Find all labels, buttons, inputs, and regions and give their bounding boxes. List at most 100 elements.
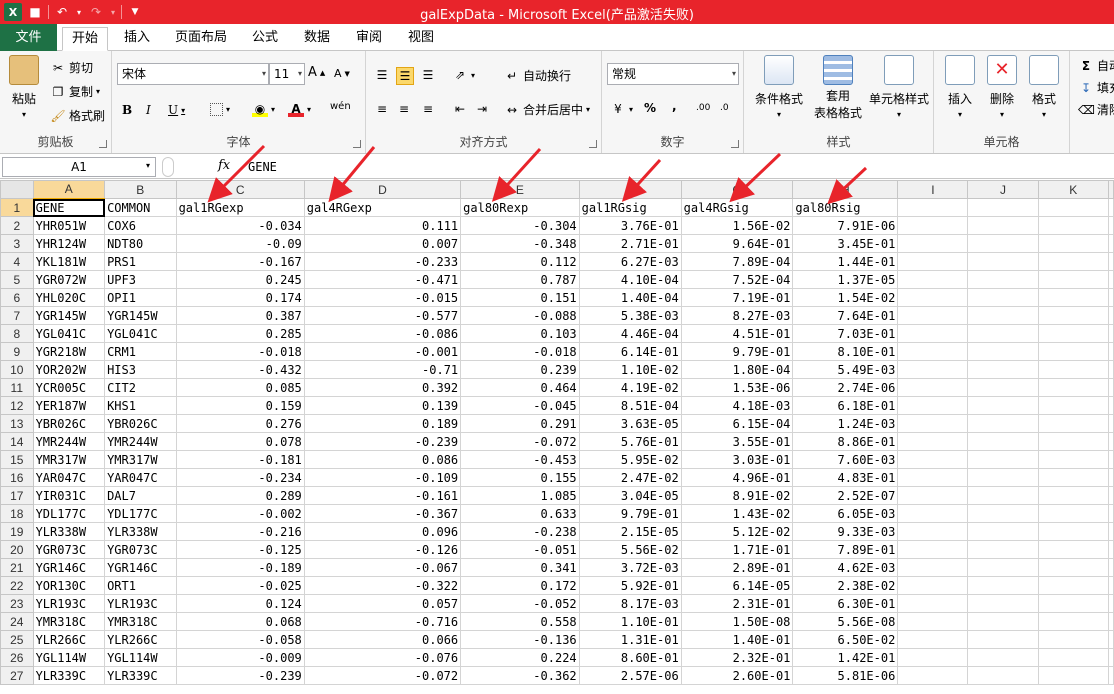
cell[interactable] [1108, 270, 1114, 289]
cell[interactable]: 8.86E-01 [792, 432, 899, 451]
cell[interactable] [1037, 576, 1110, 595]
cell[interactable]: 3.72E-03 [578, 558, 682, 577]
cell[interactable]: -0.238 [460, 522, 580, 541]
align-bottom-button[interactable]: ☰ [420, 67, 436, 83]
italic-button[interactable]: I [146, 103, 151, 117]
borders-button[interactable]: ▾ [210, 103, 230, 116]
cell[interactable]: 2.57E-06 [578, 666, 682, 685]
cell[interactable]: 3.76E-01 [578, 216, 682, 235]
cell[interactable] [967, 252, 1039, 271]
cell[interactable]: -0.109 [303, 468, 462, 487]
cell[interactable] [1037, 414, 1110, 433]
number-format-combo[interactable]: 常规 ▾ [607, 63, 739, 85]
cell[interactable] [967, 270, 1039, 289]
cell[interactable] [1108, 360, 1114, 379]
cell[interactable] [1108, 612, 1114, 631]
cell[interactable]: YMR318C [104, 612, 177, 631]
cell[interactable]: 1.50E-08 [680, 612, 794, 631]
cell[interactable]: YLR266C [104, 630, 177, 649]
format-painter-button[interactable]: 🖌 格式刷 [50, 107, 105, 124]
cell[interactable]: -0.453 [460, 450, 580, 469]
tab-data[interactable]: 数据 [294, 27, 340, 51]
cell[interactable]: 6.30E-01 [792, 594, 899, 613]
cell[interactable]: 5.92E-01 [578, 576, 682, 595]
cell[interactable]: 0.066 [303, 630, 462, 649]
cell[interactable]: 2.71E-01 [578, 234, 682, 253]
cell[interactable]: YGR073C [32, 540, 106, 559]
cell[interactable]: 1.10E-02 [578, 360, 682, 379]
row-header[interactable]: 26 [0, 648, 34, 667]
cell[interactable]: -0.052 [460, 594, 580, 613]
cell[interactable]: 0.139 [303, 396, 462, 415]
align-top-button[interactable]: ☰ [374, 67, 390, 83]
cell[interactable] [1037, 432, 1110, 451]
cell[interactable]: 0.159 [175, 396, 305, 415]
dialog-launcher-icon[interactable] [353, 140, 361, 148]
cell[interactable] [1037, 216, 1110, 235]
cell[interactable] [1108, 234, 1114, 253]
cell[interactable]: -0.322 [303, 576, 462, 595]
cell[interactable]: YLR338W [104, 522, 177, 541]
cell[interactable]: KHS1 [104, 396, 177, 415]
insert-function-icon[interactable]: fx [218, 158, 230, 173]
cell[interactable]: 1.71E-01 [680, 540, 794, 559]
cell[interactable] [967, 342, 1039, 361]
cell[interactable]: YGR146C [32, 558, 106, 577]
cell[interactable]: -0.167 [175, 252, 305, 271]
row-header[interactable]: 8 [0, 324, 34, 343]
cell[interactable]: 3.03E-01 [680, 450, 794, 469]
cell[interactable]: -0.067 [303, 558, 462, 577]
cell[interactable] [1037, 594, 1110, 613]
cell[interactable]: -0.018 [460, 342, 580, 361]
cell[interactable] [1037, 504, 1110, 523]
cell[interactable] [967, 198, 1039, 217]
cell[interactable]: 0.245 [175, 270, 305, 289]
row-header[interactable]: 17 [0, 486, 34, 505]
tab-file[interactable]: 文件 [0, 24, 57, 51]
row-header[interactable]: 12 [0, 396, 34, 415]
cell[interactable]: 0.464 [460, 378, 580, 397]
cell[interactable]: 2.32E-01 [680, 648, 794, 667]
cell[interactable]: -0.181 [175, 450, 305, 469]
cell[interactable]: 0.285 [175, 324, 305, 343]
cell[interactable] [967, 648, 1039, 667]
cell[interactable]: YLR339C [32, 666, 106, 685]
cell[interactable]: CIT2 [104, 378, 177, 397]
cell[interactable]: YGL041C [32, 324, 106, 343]
percent-button[interactable]: % [644, 101, 656, 115]
cell[interactable]: 9.64E-01 [680, 234, 794, 253]
cell[interactable] [1037, 486, 1110, 505]
cell[interactable] [1108, 396, 1114, 415]
formula-resize-handle[interactable] [162, 157, 174, 177]
cell[interactable]: 7.64E-01 [792, 306, 899, 325]
cell[interactable]: 6.18E-01 [792, 396, 899, 415]
autosum-button[interactable]: Σ 自动 [1078, 57, 1114, 74]
cell[interactable]: 0.558 [460, 612, 580, 631]
cell[interactable]: -0.471 [303, 270, 462, 289]
cell[interactable] [1108, 648, 1114, 667]
clear-button[interactable]: ⌫清除 [1078, 101, 1114, 118]
cell[interactable]: 0.007 [303, 234, 462, 253]
cell[interactable] [1037, 630, 1110, 649]
cell[interactable]: YGR146C [104, 558, 177, 577]
row-header[interactable]: 21 [0, 558, 34, 577]
cell[interactable] [897, 522, 969, 541]
align-left-button[interactable]: ≡ [374, 101, 390, 117]
cell[interactable] [897, 288, 969, 307]
cell[interactable] [1037, 270, 1110, 289]
cell[interactable]: YHL020C [32, 288, 106, 307]
phonetic-button[interactable]: wén [330, 101, 351, 112]
cell[interactable]: COMMON [104, 198, 177, 217]
column-header-k[interactable]: K [1037, 180, 1110, 199]
cell[interactable]: 0.392 [303, 378, 462, 397]
cell[interactable]: 0.291 [460, 414, 580, 433]
cell[interactable] [1037, 396, 1110, 415]
cell[interactable]: YDL177C [104, 504, 177, 523]
cell[interactable] [1108, 414, 1114, 433]
cell[interactable]: -0.051 [460, 540, 580, 559]
cell[interactable]: YDL177C [32, 504, 106, 523]
cell[interactable]: gal1RGexp [175, 198, 305, 217]
cell[interactable]: 1.42E-01 [792, 648, 899, 667]
cell[interactable]: 5.56E-02 [578, 540, 682, 559]
cell[interactable] [1108, 378, 1114, 397]
